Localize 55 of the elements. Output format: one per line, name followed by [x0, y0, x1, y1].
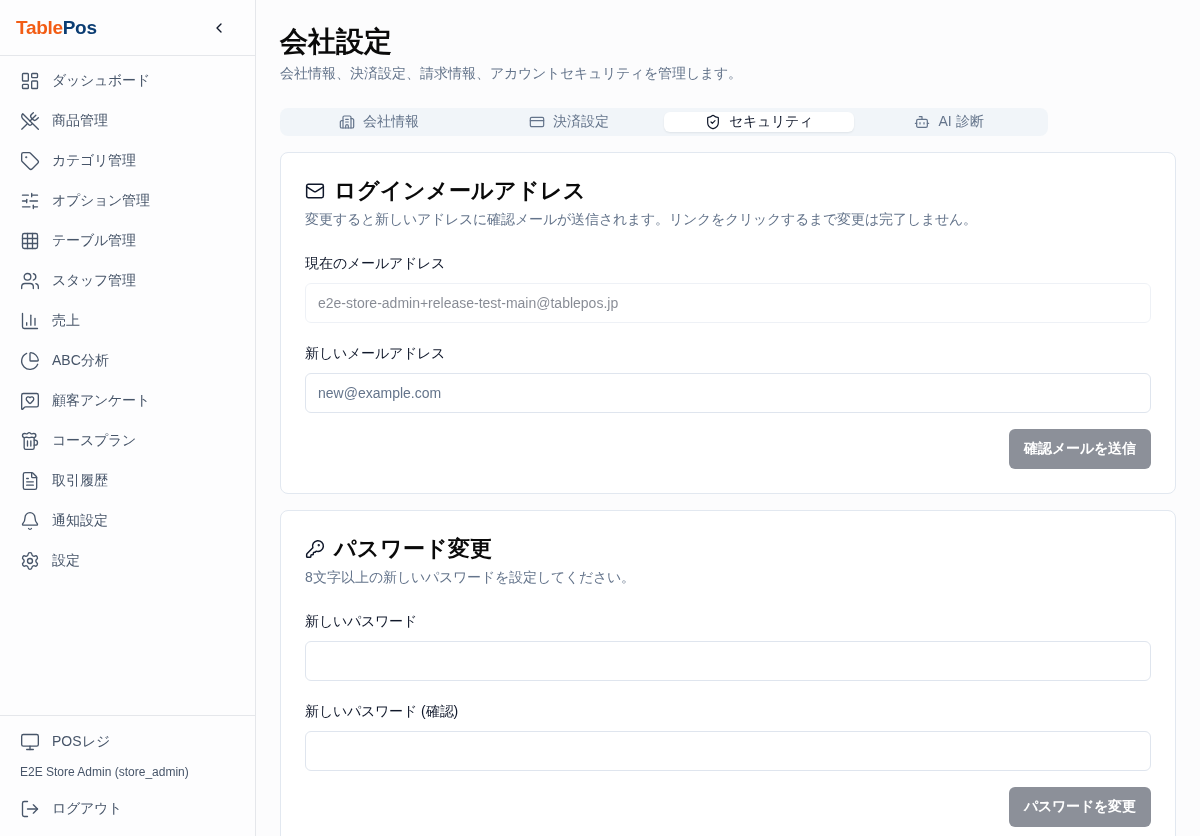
field-label: 現在のメールアドレス	[305, 254, 446, 273]
card-description: 8文字以上の新しいパスワードを設定してください。	[305, 568, 636, 587]
bar-chart-icon	[20, 311, 40, 331]
field-label: 新しいパスワード (確認)	[305, 702, 460, 721]
sidebar-item[interactable]: ダッシュボード	[8, 61, 247, 101]
sidebar-item[interactable]: 売上	[8, 301, 247, 341]
tab[interactable]: セキュリティ	[664, 112, 854, 132]
sidebar-item[interactable]: オプション管理	[8, 181, 247, 221]
building-icon	[339, 114, 355, 130]
pos-register-link[interactable]: POSレジ	[8, 722, 247, 762]
sidebar-item[interactable]: カテゴリ管理	[8, 141, 247, 181]
sidebar-item[interactable]: ABC分析	[8, 341, 247, 381]
sidebar-item[interactable]: コースプラン	[8, 421, 247, 461]
pie-chart-icon	[20, 351, 40, 371]
sliders-icon	[20, 191, 40, 211]
bell-icon	[20, 511, 40, 531]
user-name: E2E Store Admin (store_admin)	[19, 764, 190, 781]
tab[interactable]: AI 診断	[854, 112, 1044, 132]
robot-icon	[914, 114, 931, 130]
password-field[interactable]	[305, 731, 1151, 771]
tab[interactable]: 決済設定	[474, 112, 664, 132]
settings-icon	[20, 551, 40, 571]
page-subtitle: 会社情報、決済設定、請求情報、アカウントセキュリティを管理します。	[280, 65, 743, 83]
users-icon	[20, 271, 40, 291]
credit-card-icon	[529, 114, 545, 130]
field-label: 新しいメールアドレス	[305, 344, 446, 363]
logout-icon	[20, 799, 40, 819]
field-label: 新しいパスワード	[305, 612, 418, 631]
sidebar-item[interactable]: 通知設定	[8, 501, 247, 541]
logout-link[interactable]: ログアウト	[8, 789, 247, 829]
mail-icon	[305, 181, 325, 201]
app-logo: TablePos	[16, 15, 97, 40]
tag-icon	[20, 151, 40, 171]
mug-icon	[20, 431, 40, 451]
grid-layout-icon	[20, 71, 40, 91]
monitor-icon	[20, 732, 40, 752]
card-description: 変更すると新しいアドレスに確認メールが送信されます。リンクをクリックするまで変更は完了しません。	[305, 210, 978, 229]
key-icon	[305, 539, 325, 559]
card-title: ログインメールアドレス	[334, 177, 586, 205]
sidebar-item[interactable]: 顧客アンケート	[8, 381, 247, 421]
sidebar-item[interactable]: スタッフ管理	[8, 261, 247, 301]
sidebar-item[interactable]: 商品管理	[8, 101, 247, 141]
fork-knife-icon	[20, 111, 40, 131]
tab[interactable]: 会社情報	[284, 112, 474, 132]
sidebar-item[interactable]: 設定	[8, 541, 247, 581]
card-title: パスワード変更	[334, 535, 492, 563]
page-title: 会社設定	[280, 25, 393, 59]
sidebar-item[interactable]: テーブル管理	[8, 221, 247, 261]
shield-check-icon	[705, 114, 721, 130]
document-icon	[20, 471, 40, 491]
grid-icon	[20, 231, 40, 251]
sidebar-item[interactable]: 取引履歴	[8, 461, 247, 501]
email-field[interactable]: new@example.com	[305, 373, 1151, 413]
message-heart-icon	[20, 391, 40, 411]
password-field[interactable]	[305, 641, 1151, 681]
